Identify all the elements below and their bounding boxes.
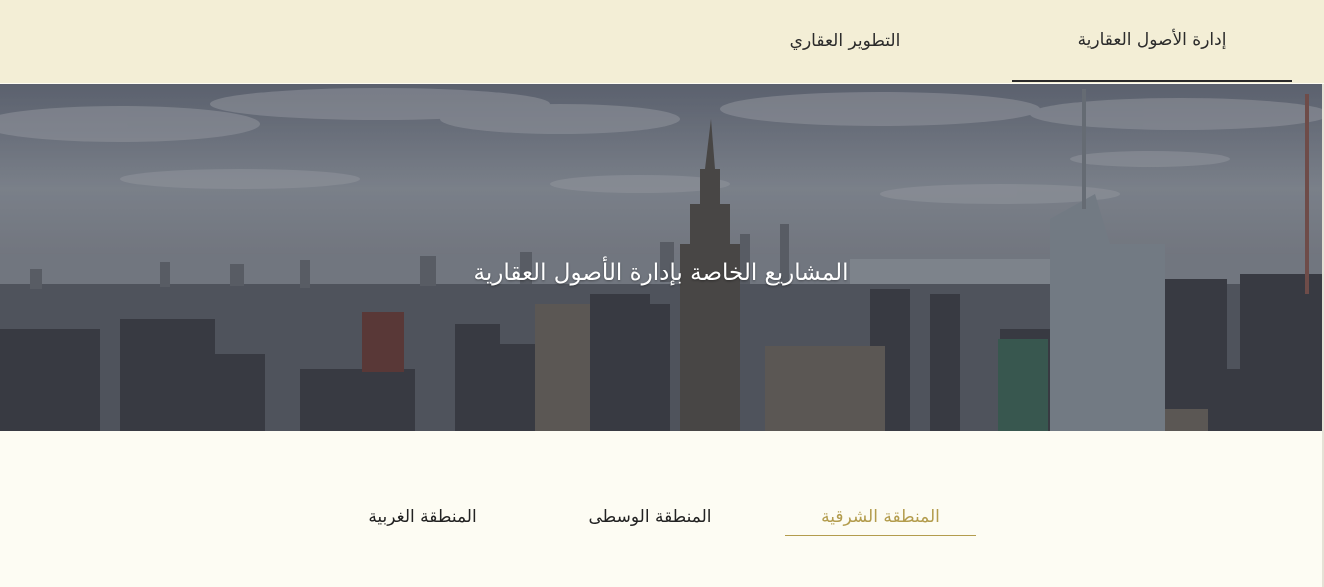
tab-central-region[interactable]: المنطقة الوسطى: [560, 498, 740, 535]
hero-banner: المشاريع الخاصة بإدارة الأصول العقارية: [0, 84, 1322, 431]
hero-title: المشاريع الخاصة بإدارة الأصول العقارية: [473, 260, 849, 286]
hero-overlay: [0, 84, 1322, 431]
tab-real-estate-development[interactable]: التطوير العقاري: [705, 0, 985, 82]
tab-asset-management[interactable]: إدارة الأصول العقارية: [1012, 0, 1292, 82]
tab-eastern-region[interactable]: المنطقة الشرقية: [785, 498, 976, 536]
top-navigation: إدارة الأصول العقارية التطوير العقاري: [0, 0, 1324, 83]
region-tabs: المنطقة الشرقية المنطقة الوسطى المنطقة ا…: [0, 431, 1324, 587]
tab-western-region[interactable]: المنطقة الغربية: [330, 498, 515, 535]
